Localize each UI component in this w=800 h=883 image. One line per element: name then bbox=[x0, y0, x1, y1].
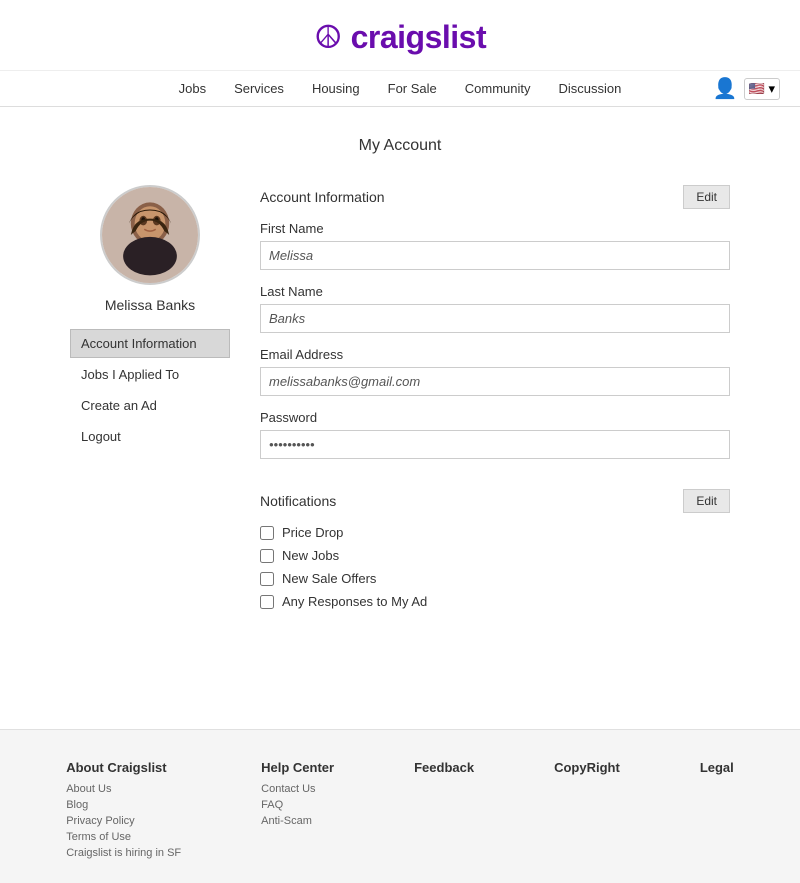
nav-housing[interactable]: Housing bbox=[312, 81, 360, 96]
sidebar: Melissa Banks Account Information Jobs I… bbox=[70, 185, 230, 639]
email-input[interactable] bbox=[260, 367, 730, 396]
any-responses-label: Any Responses to My Ad bbox=[282, 594, 427, 609]
nav-for-sale[interactable]: For Sale bbox=[388, 81, 437, 96]
language-selector[interactable]: 🇺🇸 ▾ bbox=[744, 78, 780, 100]
notification-new-jobs: New Jobs bbox=[260, 548, 730, 563]
sidebar-item-create-ad[interactable]: Create an Ad bbox=[70, 391, 230, 420]
notification-new-sale-offers: New Sale Offers bbox=[260, 571, 730, 586]
footer-faq[interactable]: FAQ bbox=[261, 799, 334, 811]
footer-privacy-policy[interactable]: Privacy Policy bbox=[66, 815, 181, 827]
email-label: Email Address bbox=[260, 347, 730, 362]
first-name-field: First Name bbox=[260, 221, 730, 270]
account-info-edit-button[interactable]: Edit bbox=[683, 185, 730, 209]
nav-community[interactable]: Community bbox=[465, 81, 531, 96]
account-information-section: Account Information Edit First Name Last… bbox=[260, 185, 730, 459]
any-responses-checkbox[interactable] bbox=[260, 595, 274, 609]
footer-copyright-heading: CopyRight bbox=[554, 760, 620, 775]
notifications-section: Notifications Edit Price Drop New Jobs N… bbox=[260, 489, 730, 609]
main-content: My Account Melissa Banks bbox=[50, 107, 750, 669]
footer-blog[interactable]: Blog bbox=[66, 799, 181, 811]
sidebar-item-jobs-applied[interactable]: Jobs I Applied To bbox=[70, 360, 230, 389]
footer-hiring[interactable]: Craigslist is hiring in SF bbox=[66, 847, 181, 859]
footer-content: About Craigslist About Us Blog Privacy P… bbox=[50, 760, 750, 863]
footer-help: Help Center Contact Us FAQ Anti-Scam bbox=[261, 760, 334, 863]
right-panel: Account Information Edit First Name Last… bbox=[260, 185, 730, 639]
footer-legal: Legal bbox=[700, 760, 734, 863]
sidebar-item-logout[interactable]: Logout bbox=[70, 422, 230, 451]
footer-help-heading: Help Center bbox=[261, 760, 334, 775]
logo: ☮ craigslist bbox=[0, 18, 800, 56]
nav-services[interactable]: Services bbox=[234, 81, 284, 96]
notifications-edit-button[interactable]: Edit bbox=[683, 489, 730, 513]
password-field: Password bbox=[260, 410, 730, 459]
password-label: Password bbox=[260, 410, 730, 425]
email-field: Email Address bbox=[260, 347, 730, 396]
price-drop-checkbox[interactable] bbox=[260, 526, 274, 540]
new-sale-offers-label: New Sale Offers bbox=[282, 571, 376, 586]
footer-about-heading: About Craigslist bbox=[66, 760, 181, 775]
sidebar-menu: Account Information Jobs I Applied To Cr… bbox=[70, 329, 230, 451]
notification-any-responses: Any Responses to My Ad bbox=[260, 594, 730, 609]
price-drop-label: Price Drop bbox=[282, 525, 343, 540]
footer-legal-heading: Legal bbox=[700, 760, 734, 775]
nav-links: Jobs Services Housing For Sale Community… bbox=[179, 81, 622, 96]
password-input[interactable] bbox=[260, 430, 730, 459]
nav-jobs[interactable]: Jobs bbox=[179, 81, 206, 96]
avatar-image bbox=[102, 187, 198, 283]
account-info-header: Account Information Edit bbox=[260, 185, 730, 209]
first-name-input[interactable] bbox=[260, 241, 730, 270]
notifications-title: Notifications bbox=[260, 493, 336, 509]
footer-copyright: CopyRight bbox=[554, 760, 620, 863]
avatar bbox=[100, 185, 200, 285]
header: ☮ craigslist bbox=[0, 0, 800, 71]
footer-contact-us[interactable]: Contact Us bbox=[261, 783, 334, 795]
user-name: Melissa Banks bbox=[70, 297, 230, 313]
footer-about-us[interactable]: About Us bbox=[66, 783, 181, 795]
footer-anti-scam[interactable]: Anti-Scam bbox=[261, 815, 334, 827]
user-icon[interactable]: 👤 bbox=[713, 76, 738, 101]
footer-feedback: Feedback bbox=[414, 760, 474, 863]
last-name-label: Last Name bbox=[260, 284, 730, 299]
new-jobs-checkbox[interactable] bbox=[260, 549, 274, 563]
footer-about: About Craigslist About Us Blog Privacy P… bbox=[66, 760, 181, 863]
last-name-input[interactable] bbox=[260, 304, 730, 333]
footer-terms-of-use[interactable]: Terms of Use bbox=[66, 831, 181, 843]
last-name-field: Last Name bbox=[260, 284, 730, 333]
new-sale-offers-checkbox[interactable] bbox=[260, 572, 274, 586]
logo-text: craigslist bbox=[351, 19, 487, 56]
content-layout: Melissa Banks Account Information Jobs I… bbox=[70, 185, 730, 639]
peace-icon: ☮ bbox=[314, 18, 343, 56]
notifications-header: Notifications Edit bbox=[260, 489, 730, 513]
first-name-label: First Name bbox=[260, 221, 730, 236]
account-info-title: Account Information bbox=[260, 189, 385, 205]
page-title: My Account bbox=[70, 137, 730, 155]
nav-right: 👤 🇺🇸 ▾ bbox=[713, 76, 780, 101]
footer: About Craigslist About Us Blog Privacy P… bbox=[0, 729, 800, 883]
footer-feedback-heading: Feedback bbox=[414, 760, 474, 775]
notification-price-drop: Price Drop bbox=[260, 525, 730, 540]
nav: Jobs Services Housing For Sale Community… bbox=[0, 71, 800, 107]
sidebar-item-account-information[interactable]: Account Information bbox=[70, 329, 230, 358]
nav-discussion[interactable]: Discussion bbox=[559, 81, 622, 96]
new-jobs-label: New Jobs bbox=[282, 548, 339, 563]
